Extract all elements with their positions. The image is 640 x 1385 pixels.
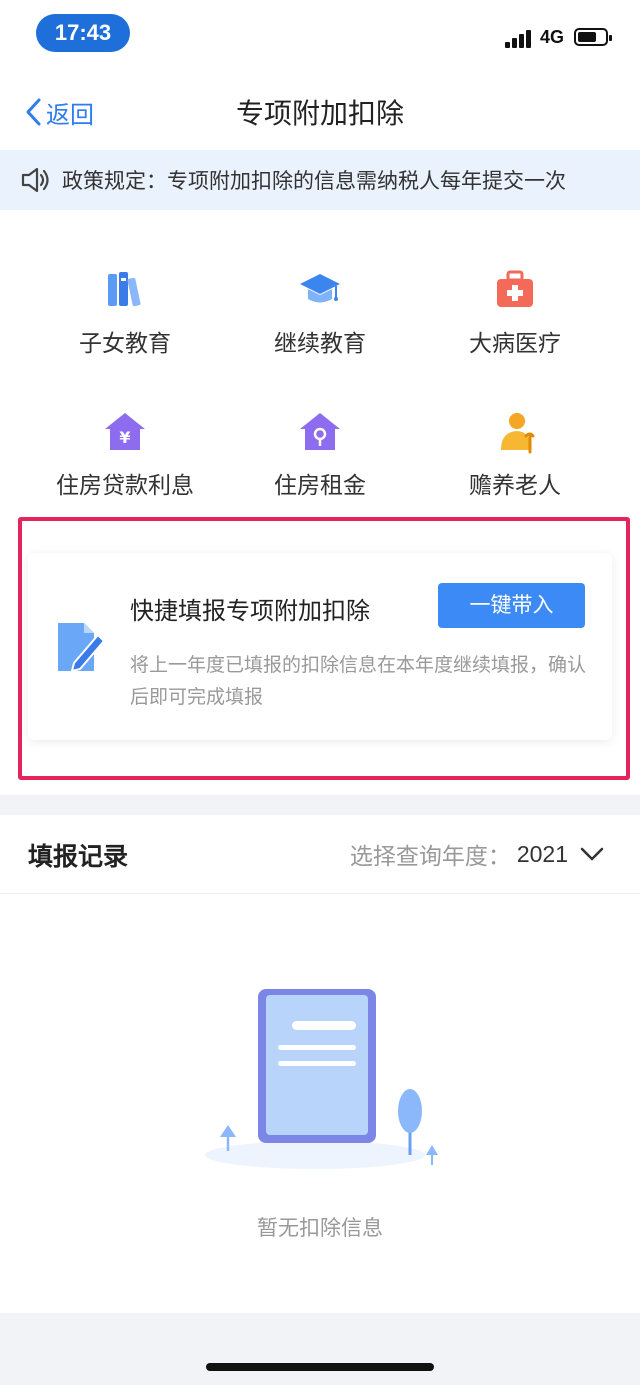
battery-icon — [574, 28, 612, 46]
page-title: 专项附加扣除 — [235, 97, 404, 130]
footer-band — [0, 1313, 640, 1385]
one-click-import-button[interactable]: 一键带入 — [438, 583, 585, 628]
records-title: 填报记录 — [28, 842, 129, 871]
home-indicator[interactable] — [206, 1363, 434, 1371]
document-edit-icon — [58, 623, 104, 673]
section-divider — [0, 795, 640, 815]
category-label: 大病医疗 — [469, 331, 561, 357]
category-label: 住房租金 — [274, 473, 366, 499]
category-label: 赡养老人 — [469, 473, 561, 499]
quick-fill-description: 将上一年度已填报的扣除信息在本年度继续填报，确认后即可完成填报 — [130, 654, 587, 708]
category-elderly-support[interactable]: 赡养老人 — [415, 410, 615, 500]
year-label: 选择查询年度： — [349, 844, 511, 870]
status-bar: 17:43 4G — [0, 0, 640, 70]
house-key-icon — [300, 413, 340, 450]
signal-icon — [505, 30, 535, 48]
category-label: 住房贷款利息 — [56, 473, 194, 499]
category-label: 子女教育 — [79, 331, 171, 357]
category-housing-rent[interactable]: 住房租金 — [220, 410, 420, 500]
books-icon — [108, 272, 141, 307]
policy-notice: 政策规定：专项附加扣除的信息需纳税人每年提交一次 — [0, 150, 640, 210]
svg-text:¥: ¥ — [119, 428, 130, 447]
category-continuing-education[interactable]: 继续教育 — [220, 268, 420, 358]
house-yen-icon: ¥ — [105, 413, 145, 450]
category-housing-loan-interest[interactable]: ¥ 住房贷款利息 — [25, 410, 225, 500]
records-header: 填报记录 选择查询年度： 2021 — [0, 815, 640, 894]
category-label: 继续教育 — [274, 331, 366, 357]
empty-state-text: 暂无扣除信息 — [257, 1216, 383, 1240]
year-value: 2021 — [516, 840, 568, 867]
speaker-icon — [21, 167, 49, 193]
chevron-down-icon — [580, 847, 604, 861]
network-type: 4G — [540, 27, 565, 47]
elderly-person-icon — [501, 413, 535, 454]
graduation-cap-icon — [300, 274, 340, 303]
nav-bar: 返回 专项附加扣除 — [0, 70, 640, 150]
medical-kit-icon — [497, 270, 533, 307]
category-serious-illness[interactable]: 大病医疗 — [415, 268, 615, 358]
status-time: 17:43 — [36, 14, 130, 52]
quick-fill-title: 快捷填报专项附加扣除 — [130, 597, 370, 625]
empty-state-illustration — [205, 989, 438, 1169]
year-selector[interactable]: 选择查询年度： 2021 — [350, 837, 604, 871]
quick-fill-card: 快捷填报专项附加扣除 一键带入 将上一年度已填报的扣除信息在本年度继续填报，确认… — [28, 553, 612, 740]
notice-text: 政策规定：专项附加扣除的信息需纳税人每年提交一次 — [62, 169, 566, 193]
category-child-education[interactable]: 子女教育 — [25, 268, 225, 358]
